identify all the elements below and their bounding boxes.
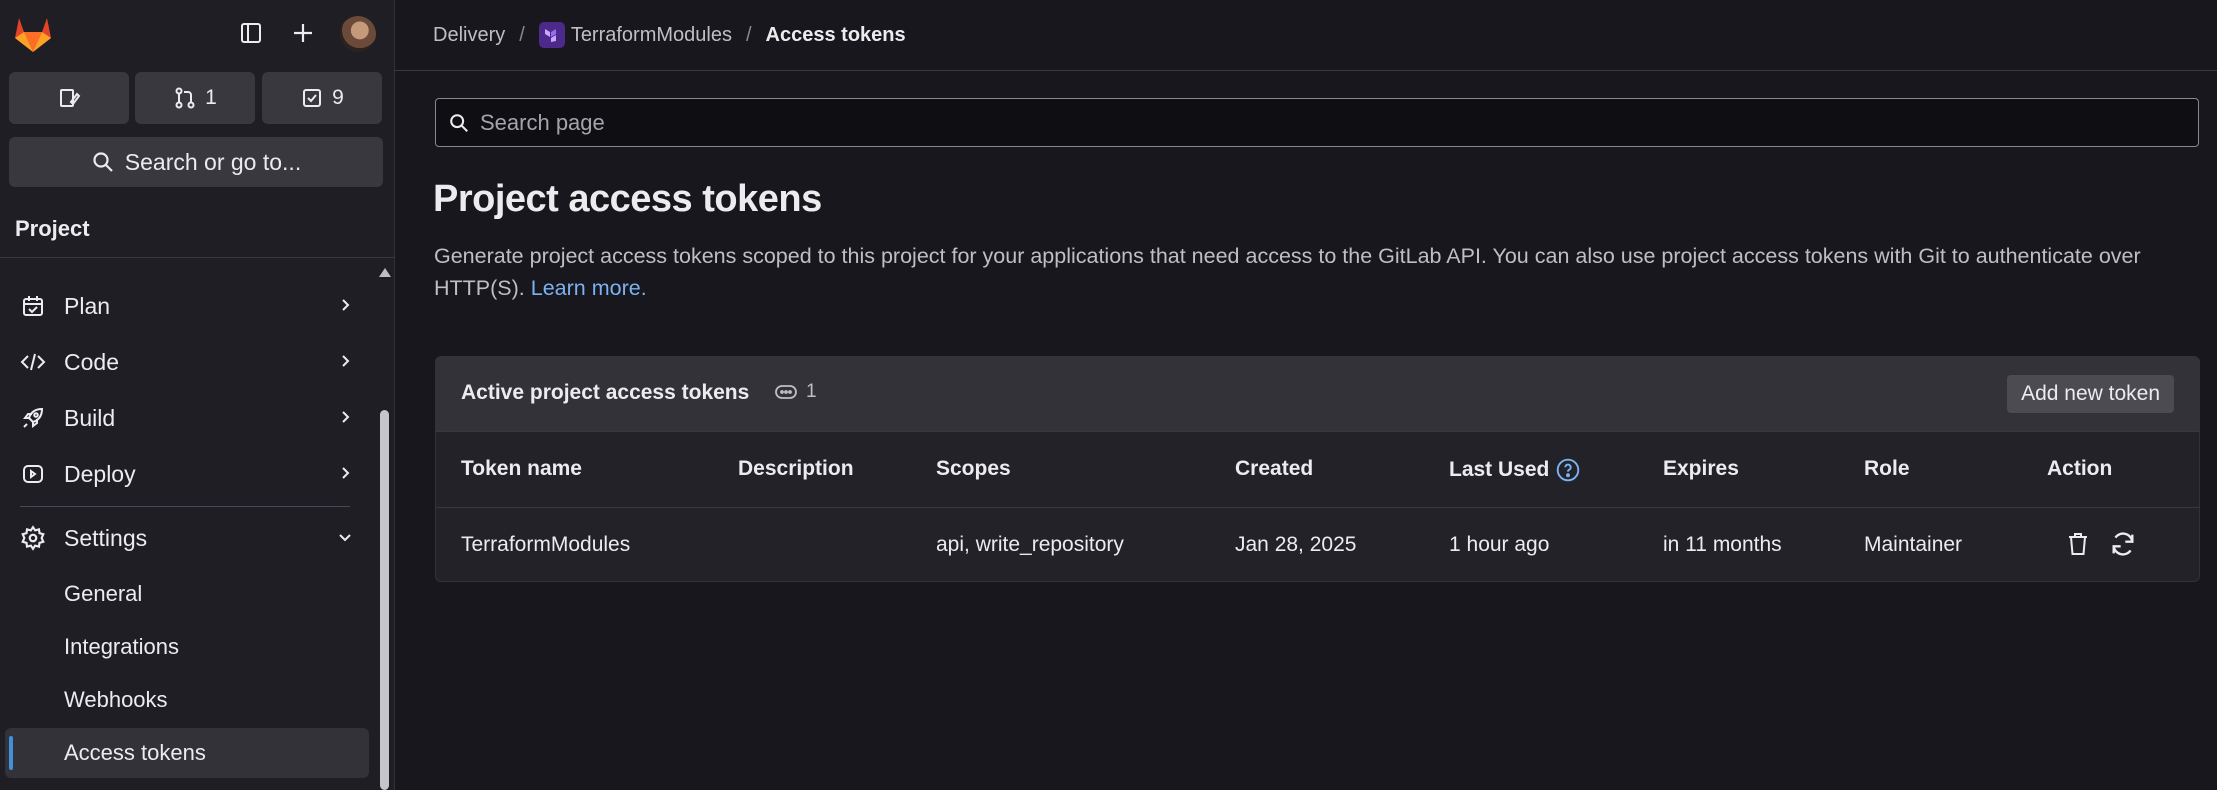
search-icon xyxy=(91,150,115,174)
divider xyxy=(20,506,350,507)
active-tokens-card: Active project access tokens 1 Add new t… xyxy=(435,356,2200,582)
chevron-right-icon xyxy=(334,406,356,428)
search-icon xyxy=(448,112,470,134)
scopes-cell: api, write_repository xyxy=(936,533,1124,556)
plus-icon[interactable] xyxy=(286,16,320,50)
chevron-right-icon xyxy=(334,462,356,484)
avatar[interactable] xyxy=(340,16,376,52)
plan-icon xyxy=(20,293,46,319)
breadcrumb-separator: / xyxy=(519,23,525,46)
gear-icon xyxy=(20,525,46,551)
sidebar-item-label: Settings xyxy=(64,524,148,551)
todos-button[interactable]: 9 xyxy=(262,72,382,124)
divider xyxy=(0,257,394,258)
toggle-sidebar-icon[interactable] xyxy=(234,16,268,50)
issues-icon xyxy=(57,86,81,110)
breadcrumb: Delivery / TerraformModules / Access tok… xyxy=(433,22,906,48)
column-header-label: Last Used xyxy=(1449,458,1550,481)
merge-request-icon xyxy=(173,86,197,110)
help-icon[interactable] xyxy=(1555,457,1581,483)
token-count-badge: 1 xyxy=(774,381,817,403)
main-content: Delivery / TerraformModules / Access tok… xyxy=(395,0,2217,790)
issues-button[interactable] xyxy=(9,72,129,124)
breadcrumb-item-delivery[interactable]: Delivery xyxy=(433,24,505,47)
page-title: Project access tokens xyxy=(433,178,822,220)
rotate-icon[interactable] xyxy=(2108,529,2138,559)
sidebar-subitem-label: Access tokens xyxy=(64,740,206,765)
deploy-icon xyxy=(20,461,46,487)
active-indicator xyxy=(9,736,13,770)
merge-requests-button[interactable]: 1 xyxy=(135,72,255,124)
scroll-up-arrow-icon[interactable] xyxy=(379,268,391,277)
sidebar-item-build[interactable]: Build xyxy=(0,392,360,444)
breadcrumb-separator: / xyxy=(745,23,752,46)
sidebar-topbar xyxy=(0,0,394,68)
chevron-right-icon xyxy=(334,350,356,372)
code-icon xyxy=(20,349,46,375)
card-title: Active project access tokens xyxy=(461,381,750,404)
sidebar-subitem-webhooks[interactable]: Webhooks xyxy=(0,675,370,725)
rocket-icon xyxy=(20,405,46,431)
column-header-role[interactable]: Role xyxy=(1864,457,1910,481)
role-cell: Maintainer xyxy=(1864,533,1963,556)
sidebar-item-label: Build xyxy=(64,404,116,431)
project-avatar-icon xyxy=(538,22,565,48)
sidebar-item-label: Deploy xyxy=(64,460,136,487)
search-or-go-to-button[interactable]: Search or go to... xyxy=(9,137,383,187)
token-icon xyxy=(774,383,798,401)
merge-requests-count: 1 xyxy=(205,86,217,109)
table-row-divider xyxy=(436,507,2199,508)
token-count: 1 xyxy=(806,381,817,402)
search-page-field[interactable] xyxy=(435,98,2199,147)
column-header-last-used[interactable]: Last Used xyxy=(1449,457,1581,483)
sidebar-scrollbar[interactable] xyxy=(378,264,391,790)
sidebar: 1 9 Search or go to... Project Plan Code… xyxy=(0,0,395,790)
column-header-created[interactable]: Created xyxy=(1235,457,1313,481)
sidebar-subitem-label: Integrations xyxy=(64,634,179,659)
last-used-cell: 1 hour ago xyxy=(1449,533,1550,556)
column-header-expires[interactable]: Expires xyxy=(1663,457,1739,481)
scrollbar-thumb[interactable] xyxy=(380,410,389,790)
column-header-description[interactable]: Description xyxy=(738,457,854,481)
created-cell: Jan 28, 2025 xyxy=(1235,533,1357,556)
sidebar-subitem-label: Webhooks xyxy=(64,687,168,712)
expires-cell: in 11 months xyxy=(1663,533,1782,556)
sidebar-item-label: Code xyxy=(64,348,119,375)
card-header: Active project access tokens 1 Add new t… xyxy=(436,357,2199,432)
gitlab-logo-icon[interactable] xyxy=(12,14,54,54)
learn-more-link[interactable]: Learn more. xyxy=(531,276,647,300)
page-description: Generate project access tokens scoped to… xyxy=(434,240,2194,304)
sidebar-item-settings[interactable]: Settings xyxy=(0,512,360,564)
search-page-input[interactable] xyxy=(478,108,2082,137)
trash-icon[interactable] xyxy=(2063,529,2093,559)
breadcrumb-project-label: TerraformModules xyxy=(570,23,732,46)
token-name-cell: TerraformModules xyxy=(461,533,631,556)
sidebar-subitem-access-tokens[interactable]: Access tokens xyxy=(5,728,369,778)
column-header-token-name[interactable]: Token name xyxy=(461,457,582,481)
todos-count: 9 xyxy=(332,86,344,109)
column-header-action: Action xyxy=(2047,457,2113,480)
page-description-text: Generate project access tokens scoped to… xyxy=(434,244,2141,300)
breadcrumb-item-current[interactable]: Access tokens xyxy=(766,24,906,47)
header-divider xyxy=(395,70,2217,71)
project-section-label: Project xyxy=(15,216,90,241)
breadcrumb-item-project[interactable]: TerraformModules xyxy=(538,22,732,48)
column-header-scopes[interactable]: Scopes xyxy=(936,457,1011,481)
add-new-token-button[interactable]: Add new token xyxy=(2007,375,2174,413)
sidebar-item-deploy[interactable]: Deploy xyxy=(0,448,360,500)
sidebar-item-code[interactable]: Code xyxy=(0,336,360,388)
sidebar-item-label: Plan xyxy=(64,292,111,319)
chevron-right-icon xyxy=(334,294,356,316)
sidebar-item-plan[interactable]: Plan xyxy=(0,280,360,332)
sidebar-subitem-general[interactable]: General xyxy=(0,569,370,619)
sidebar-subitem-integrations[interactable]: Integrations xyxy=(0,622,370,672)
chevron-down-icon xyxy=(334,526,356,548)
todo-icon xyxy=(300,86,324,110)
search-or-go-to-label: Search or go to... xyxy=(124,148,302,175)
sidebar-subitem-label: General xyxy=(64,581,143,606)
